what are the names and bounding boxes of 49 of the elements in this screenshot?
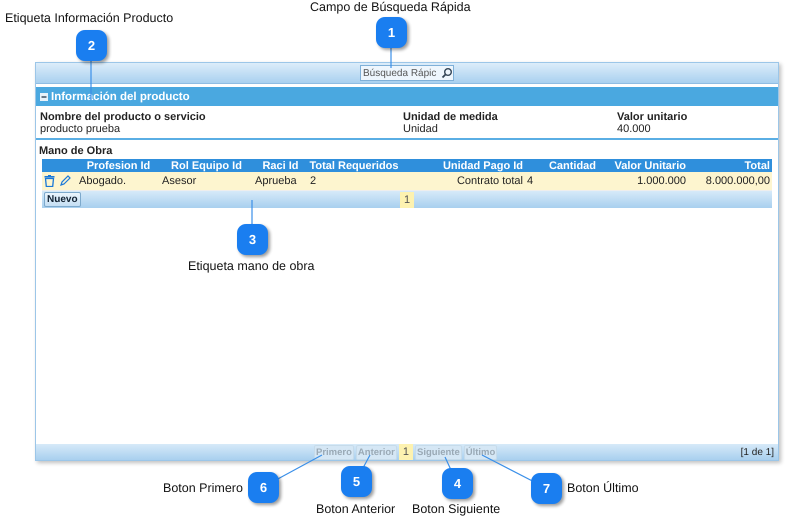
callout-label: Etiqueta Información Producto <box>5 11 174 25</box>
collapse-icon[interactable] <box>40 92 48 100</box>
table-cell-text: 4 <box>526 175 534 187</box>
callout-label: Etiqueta mano de obra <box>188 259 314 273</box>
column-header: Total <box>744 160 771 172</box>
callout-label: Boton Anterior <box>316 502 396 516</box>
table-cell-text: 8.000.000,00 <box>704 175 771 187</box>
table-cell-text: 2 <box>309 175 318 187</box>
new-button[interactable]: Nuevo <box>44 192 81 207</box>
page-summary: [1 de 1] <box>740 446 774 458</box>
field-value: Unidad <box>403 123 439 135</box>
callout-label: Boton Último <box>567 481 639 495</box>
page-number: 1 <box>398 444 413 460</box>
field-label: Unidad de medida <box>403 111 499 123</box>
table-cell-text: Abogado. <box>78 175 128 187</box>
table-cell-text: Asesor <box>161 175 198 187</box>
field-value: 40.000 <box>617 123 652 135</box>
column-header: Cantidad <box>548 160 597 172</box>
callout-label: Boton Primero <box>163 481 243 495</box>
column-header: Profesion Id <box>86 160 152 172</box>
field-label: Nombre del producto o servicio <box>40 111 207 123</box>
callout-badge: 5 <box>341 466 372 497</box>
callout-badge: 7 <box>531 473 562 504</box>
callout-badge: 3 <box>237 224 268 255</box>
section-header[interactable]: Información del producto <box>36 87 778 106</box>
search-field[interactable]: Búsqueda Rápic <box>360 65 454 81</box>
column-header: Total Requeridos <box>308 160 400 172</box>
callout-badge: 2 <box>76 30 107 61</box>
callout-badge: 4 <box>442 468 473 499</box>
trash-icon[interactable] <box>44 175 55 187</box>
callout-badge: 6 <box>248 472 279 503</box>
column-header: Unidad Pago Id <box>442 160 524 172</box>
column-header: Raci Id <box>261 160 300 172</box>
table-cell-text: Aprueba <box>254 175 298 187</box>
table-cell-text: Contrato total <box>456 175 524 187</box>
column-header: Rol Equipo Id <box>170 160 243 172</box>
page-number: 1 <box>400 192 414 208</box>
section-title: Información del producto <box>51 90 190 102</box>
table-cell-text: 1.000.000 <box>636 175 687 187</box>
field-label: Valor unitario <box>617 111 688 123</box>
callout-label: Campo de Búsqueda Rápida <box>310 0 471 14</box>
subsection-title: Mano de Obra <box>38 144 114 159</box>
table-row[interactable]: Abogado. Asesor Aprueba 2 Contrato total 4 1.000.000 8.000.000,00 <box>42 172 772 191</box>
column-header: Valor Unitario <box>613 160 687 172</box>
field-value: producto prueba <box>40 123 122 135</box>
callout-label: Boton Siguiente <box>412 502 500 516</box>
pencil-icon[interactable] <box>59 175 71 187</box>
search-icon[interactable] <box>441 67 453 79</box>
callout-badge: 1 <box>376 17 407 48</box>
